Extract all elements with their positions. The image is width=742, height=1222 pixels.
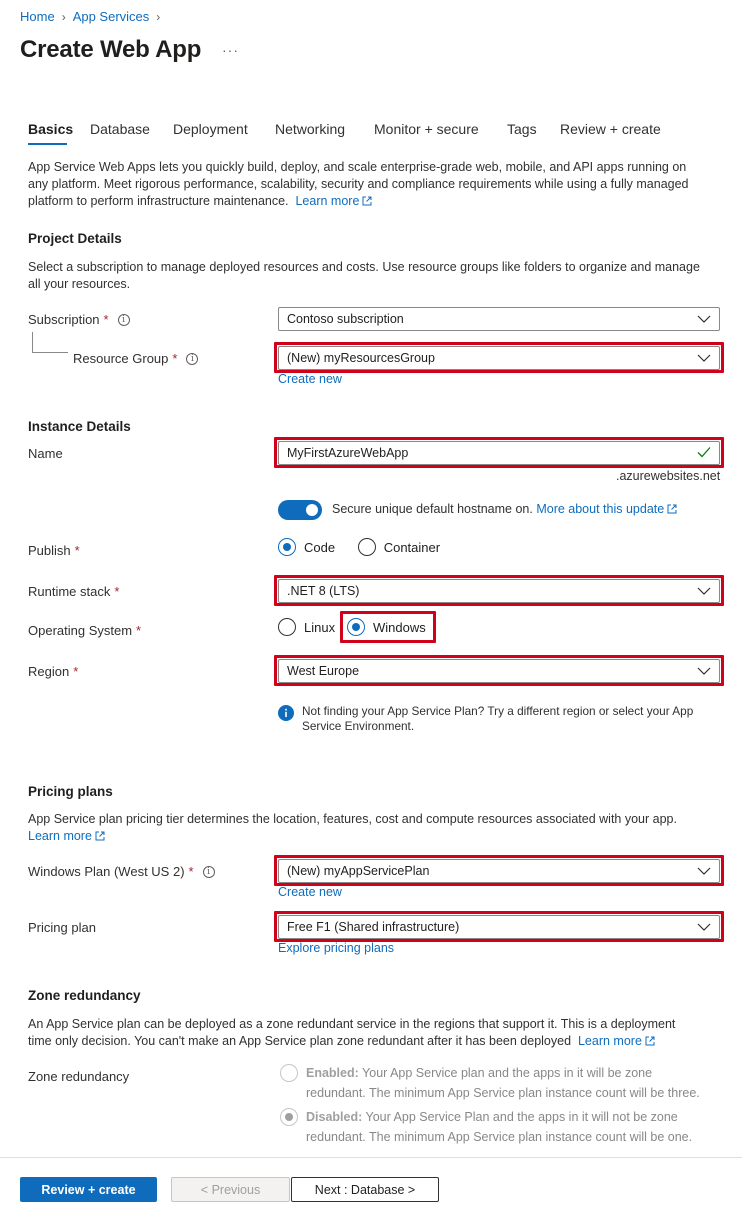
instance-details-heading: Instance Details — [28, 419, 131, 434]
tab-tags[interactable]: Tags — [507, 121, 537, 137]
subscription-dropdown[interactable]: Contoso subscription — [278, 307, 720, 331]
tab-networking[interactable]: Networking — [275, 121, 345, 137]
external-link-icon — [362, 196, 372, 206]
resource-group-label: Resource Group * i — [73, 351, 199, 366]
operating-system-label: Operating System * — [28, 623, 142, 638]
pricing-plan-label: Pricing plan — [28, 920, 96, 935]
tab-deployment[interactable]: Deployment — [173, 121, 248, 137]
more-about-update-link[interactable]: More about this update — [536, 502, 677, 516]
explore-pricing-plans-link[interactable]: Explore pricing plans — [278, 941, 394, 955]
chevron-down-icon — [697, 315, 711, 323]
tab-basics[interactable]: Basics — [28, 121, 73, 137]
pricing-plan-dropdown[interactable]: Free F1 (Shared infrastructure) — [278, 915, 720, 939]
name-label: Name — [28, 446, 63, 461]
publish-container-radio[interactable]: Container — [357, 538, 440, 556]
chevron-right-icon: › — [61, 9, 66, 24]
tab-monitor-secure[interactable]: Monitor + secure — [374, 121, 479, 137]
zone-disabled-radio[interactable] — [280, 1108, 306, 1126]
info-icon[interactable]: i — [202, 865, 215, 878]
region-label: Region * — [28, 664, 79, 679]
name-input[interactable]: MyFirstAzureWebApp — [278, 441, 720, 465]
secure-hostname-text: Secure unique default hostname on. More … — [332, 502, 677, 516]
chevron-down-icon — [697, 667, 711, 675]
plan-create-new-link[interactable]: Create new — [278, 885, 342, 899]
pricing-plans-heading: Pricing plans — [28, 784, 113, 799]
windows-plan-label: Windows Plan (West US 2) * i — [28, 864, 215, 879]
tab-database[interactable]: Database — [90, 121, 150, 137]
intro-text: App Service Web Apps lets you quickly bu… — [28, 160, 689, 208]
info-filled-icon — [278, 705, 294, 721]
page-title: Create Web App — [20, 36, 202, 63]
region-dropdown[interactable]: West Europe — [278, 659, 720, 683]
zone-learn-more-link[interactable]: Learn more — [578, 1034, 655, 1048]
tab-review-create[interactable]: Review + create — [560, 121, 661, 137]
checkmark-icon — [697, 447, 711, 458]
project-details-heading: Project Details — [28, 231, 122, 246]
chevron-down-icon — [697, 923, 711, 931]
resource-group-dropdown[interactable]: (New) myResourcesGroup — [278, 346, 720, 370]
publish-label: Publish * — [28, 543, 80, 558]
pricing-desc: App Service plan pricing tier determines… — [28, 812, 677, 843]
review-create-button[interactable]: Review + create — [20, 1177, 157, 1202]
intro-learn-more-link[interactable]: Learn more — [295, 194, 372, 208]
zone-desc: An App Service plan can be deployed as a… — [28, 1017, 676, 1048]
region-info-message: Not finding your App Service Plan? Try a… — [278, 704, 693, 734]
secure-hostname-toggle[interactable] — [278, 500, 322, 520]
runtime-stack-dropdown[interactable]: .NET 8 (LTS) — [278, 579, 720, 603]
breadcrumb-home-link[interactable]: Home — [20, 9, 55, 24]
os-radio-group: Linux — [278, 618, 335, 639]
next-database-button[interactable]: Next : Database > — [291, 1177, 439, 1202]
footer-divider — [0, 1157, 742, 1158]
chevron-down-icon — [697, 354, 711, 362]
chevron-down-icon — [697, 587, 711, 595]
info-icon[interactable]: i — [186, 352, 199, 365]
publish-code-radio[interactable]: Code — [278, 538, 335, 556]
info-icon[interactable]: i — [117, 313, 130, 326]
chevron-down-icon — [697, 867, 711, 875]
zone-redundancy-label: Zone redundancy — [28, 1069, 130, 1084]
windows-plan-dropdown[interactable]: (New) myAppServicePlan — [278, 859, 720, 883]
breadcrumb-app-services-link[interactable]: App Services — [73, 9, 150, 24]
active-tab-indicator — [28, 143, 67, 145]
domain-suffix: .azurewebsites.net — [616, 469, 721, 483]
pricing-learn-more-link[interactable]: Learn more — [28, 829, 105, 843]
breadcrumb: Home › App Services › — [20, 9, 167, 24]
external-link-icon — [667, 504, 677, 514]
more-options-icon[interactable]: ··· — [222, 42, 239, 58]
tree-connector — [32, 332, 68, 353]
subscription-label: Subscription * i — [28, 312, 130, 327]
zone-redundancy-heading: Zone redundancy — [28, 988, 141, 1003]
resource-group-create-new-link[interactable]: Create new — [278, 372, 342, 386]
previous-button[interactable]: < Previous — [171, 1177, 290, 1202]
zone-enabled-option[interactable]: Enabled: Your App Service plan and the a… — [280, 1063, 720, 1103]
zone-enabled-radio[interactable] — [280, 1064, 306, 1082]
external-link-icon — [95, 831, 105, 841]
zone-disabled-option[interactable]: Disabled: Your App Service Plan and the … — [280, 1107, 720, 1147]
chevron-right-icon: › — [156, 9, 161, 24]
highlight-box — [340, 611, 436, 643]
publish-radio-group: Code Container — [278, 538, 440, 559]
external-link-icon — [645, 1036, 655, 1046]
os-linux-radio[interactable]: Linux — [278, 618, 335, 636]
project-details-desc: Select a subscription to manage deployed… — [28, 260, 700, 291]
runtime-stack-label: Runtime stack * — [28, 584, 120, 599]
